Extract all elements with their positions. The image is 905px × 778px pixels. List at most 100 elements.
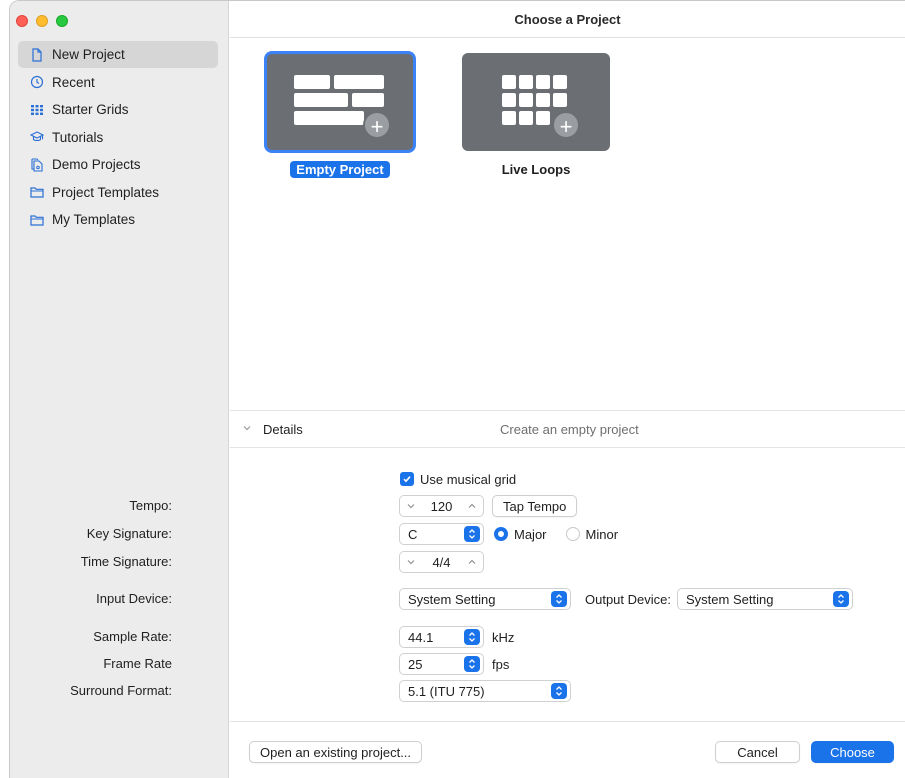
documents-icon [30, 157, 44, 172]
updown-arrows-icon [464, 526, 480, 542]
footer-bar: Open an existing project... Cancel Choos… [230, 721, 905, 778]
sample-rate-row: 44.1 kHz [399, 626, 514, 648]
empty-project-icon [294, 75, 384, 125]
tempo-label: Tempo: [129, 498, 172, 513]
zoom-window-button[interactable] [56, 15, 68, 27]
open-existing-project-button[interactable]: Open an existing project... [249, 741, 423, 763]
time-signature-label: Time Signature: [80, 554, 172, 569]
frame-rate-label: Frame Rate [103, 656, 172, 671]
updown-arrows-icon [833, 591, 849, 607]
live-loops-grid-icon [502, 75, 567, 125]
sidebar-item-new-project[interactable]: New Project [18, 41, 218, 68]
sample-rate-unit: kHz [492, 629, 515, 645]
live-loops-thumbnail[interactable]: + [462, 53, 610, 151]
decrement-icon[interactable] [406, 501, 416, 511]
key-signature-label: Key Signature: [86, 526, 172, 541]
time-signature-value: 4/4 [432, 554, 451, 570]
sidebar-item-label: Project Templates [52, 184, 160, 200]
sidebar-item-label: Demo Projects [52, 157, 141, 172]
use-grid-row: Use musical grid [400, 468, 516, 490]
tempo-stepper[interactable]: 120 [399, 495, 484, 517]
sidebar-item-starter-grids[interactable]: Starter Grids [18, 96, 218, 123]
frame-rate-value: 25 [408, 656, 423, 672]
frame-rate-unit: fps [492, 656, 510, 672]
sidebar-item-label: Starter Grids [52, 102, 129, 117]
tile-label: Live Loops [501, 162, 571, 177]
window-controls [16, 15, 68, 27]
details-header[interactable]: Details Create an empty project [230, 410, 905, 448]
updown-arrows-icon [551, 683, 567, 699]
frame-rate-select[interactable]: 25 [399, 653, 484, 675]
tile-live-loops[interactable]: + Live Loops [462, 53, 610, 178]
minimize-window-button[interactable] [36, 15, 48, 27]
updown-arrows-icon [551, 591, 567, 607]
input-device-value: System Setting [408, 591, 496, 607]
sidebar-item-my-templates[interactable]: My Templates [18, 206, 218, 233]
sidebar-item-tutorials[interactable]: Tutorials [18, 124, 218, 151]
minor-label: Minor [585, 526, 619, 542]
sidebar-item-demo-projects[interactable]: Demo Projects [18, 151, 218, 178]
sidebar-list: New Project Recent Starter Grids Tutoria… [18, 41, 218, 234]
surround-format-select[interactable]: 5.1 (ITU 775) [399, 680, 571, 702]
increment-icon[interactable] [467, 501, 477, 511]
increment-icon[interactable] [467, 557, 477, 567]
empty-project-thumbnail[interactable]: + [264, 51, 416, 153]
checkmark-icon [403, 476, 411, 483]
chevron-down-icon[interactable] [242, 423, 252, 433]
input-device-select[interactable]: System Setting [399, 588, 571, 610]
tile-empty-project[interactable]: + Empty Project [264, 51, 416, 178]
output-device-select[interactable]: System Setting [677, 588, 853, 610]
sidebar-item-label: New Project [52, 47, 125, 62]
time-signature-stepper[interactable]: 4/4 [399, 551, 484, 573]
major-label: Major [514, 526, 547, 542]
major-radio[interactable] [494, 527, 508, 541]
grid-icon [30, 103, 44, 117]
sidebar-item-label: Tutorials [52, 129, 104, 145]
sample-rate-label: Sample Rate: [93, 629, 172, 644]
add-icon: + [552, 111, 580, 139]
updown-arrows-icon [464, 629, 480, 645]
clock-icon [30, 75, 44, 89]
output-device-label: Output Device: [585, 591, 671, 607]
tempo-row: 120 Tap Tempo [399, 495, 578, 517]
folder-icon [30, 185, 44, 199]
use-grid-label: Use musical grid [420, 471, 517, 487]
key-signature-select[interactable]: C [399, 523, 484, 545]
window: New Project Recent Starter Grids Tutoria… [9, 0, 905, 778]
sidebar-item-label: My Templates [52, 212, 136, 227]
sidebar-item-project-templates[interactable]: Project Templates [18, 179, 218, 206]
add-icon: + [363, 111, 391, 139]
document-icon [30, 47, 44, 62]
key-signature-row: C Major Minor [399, 523, 618, 545]
project-tiles: + Empty Project + Live Loops [264, 51, 610, 178]
updown-arrows-icon [464, 656, 480, 672]
folder-icon [30, 213, 44, 227]
sample-rate-value: 44.1 [408, 629, 434, 645]
details-description: Create an empty project [500, 421, 639, 437]
sample-rate-select[interactable]: 44.1 [399, 626, 484, 648]
minor-radio[interactable] [565, 527, 580, 541]
surround-format-row: 5.1 (ITU 775) [399, 680, 571, 702]
sidebar-item-recent[interactable]: Recent [18, 69, 218, 96]
device-row: System Setting Output Device: System Set… [399, 588, 853, 610]
use-grid-checkbox[interactable] [400, 472, 414, 486]
cancel-button[interactable]: Cancel [715, 741, 800, 763]
input-device-label: Input Device: [96, 591, 172, 606]
close-window-button[interactable] [16, 15, 28, 27]
tile-label: Empty Project [290, 161, 390, 178]
tap-tempo-button[interactable]: Tap Tempo [492, 495, 578, 517]
output-device-value: System Setting [686, 591, 774, 607]
surround-format-label: Surround Format: [70, 683, 172, 698]
choose-button[interactable]: Choose [811, 741, 894, 763]
window-title: Choose a Project [230, 1, 905, 38]
tempo-value: 120 [430, 498, 453, 514]
surround-format-value: 5.1 (ITU 775) [408, 683, 485, 699]
details-label: Details [263, 421, 303, 437]
key-signature-value: C [408, 526, 418, 542]
decrement-icon[interactable] [406, 557, 416, 567]
graduation-cap-icon [30, 130, 44, 144]
main-panel: Choose a Project + Empty Project + Live … [70, 1, 905, 778]
time-signature-row: 4/4 [399, 551, 484, 573]
frame-rate-row: 25 fps [399, 653, 509, 675]
sidebar-item-label: Recent [52, 74, 95, 90]
